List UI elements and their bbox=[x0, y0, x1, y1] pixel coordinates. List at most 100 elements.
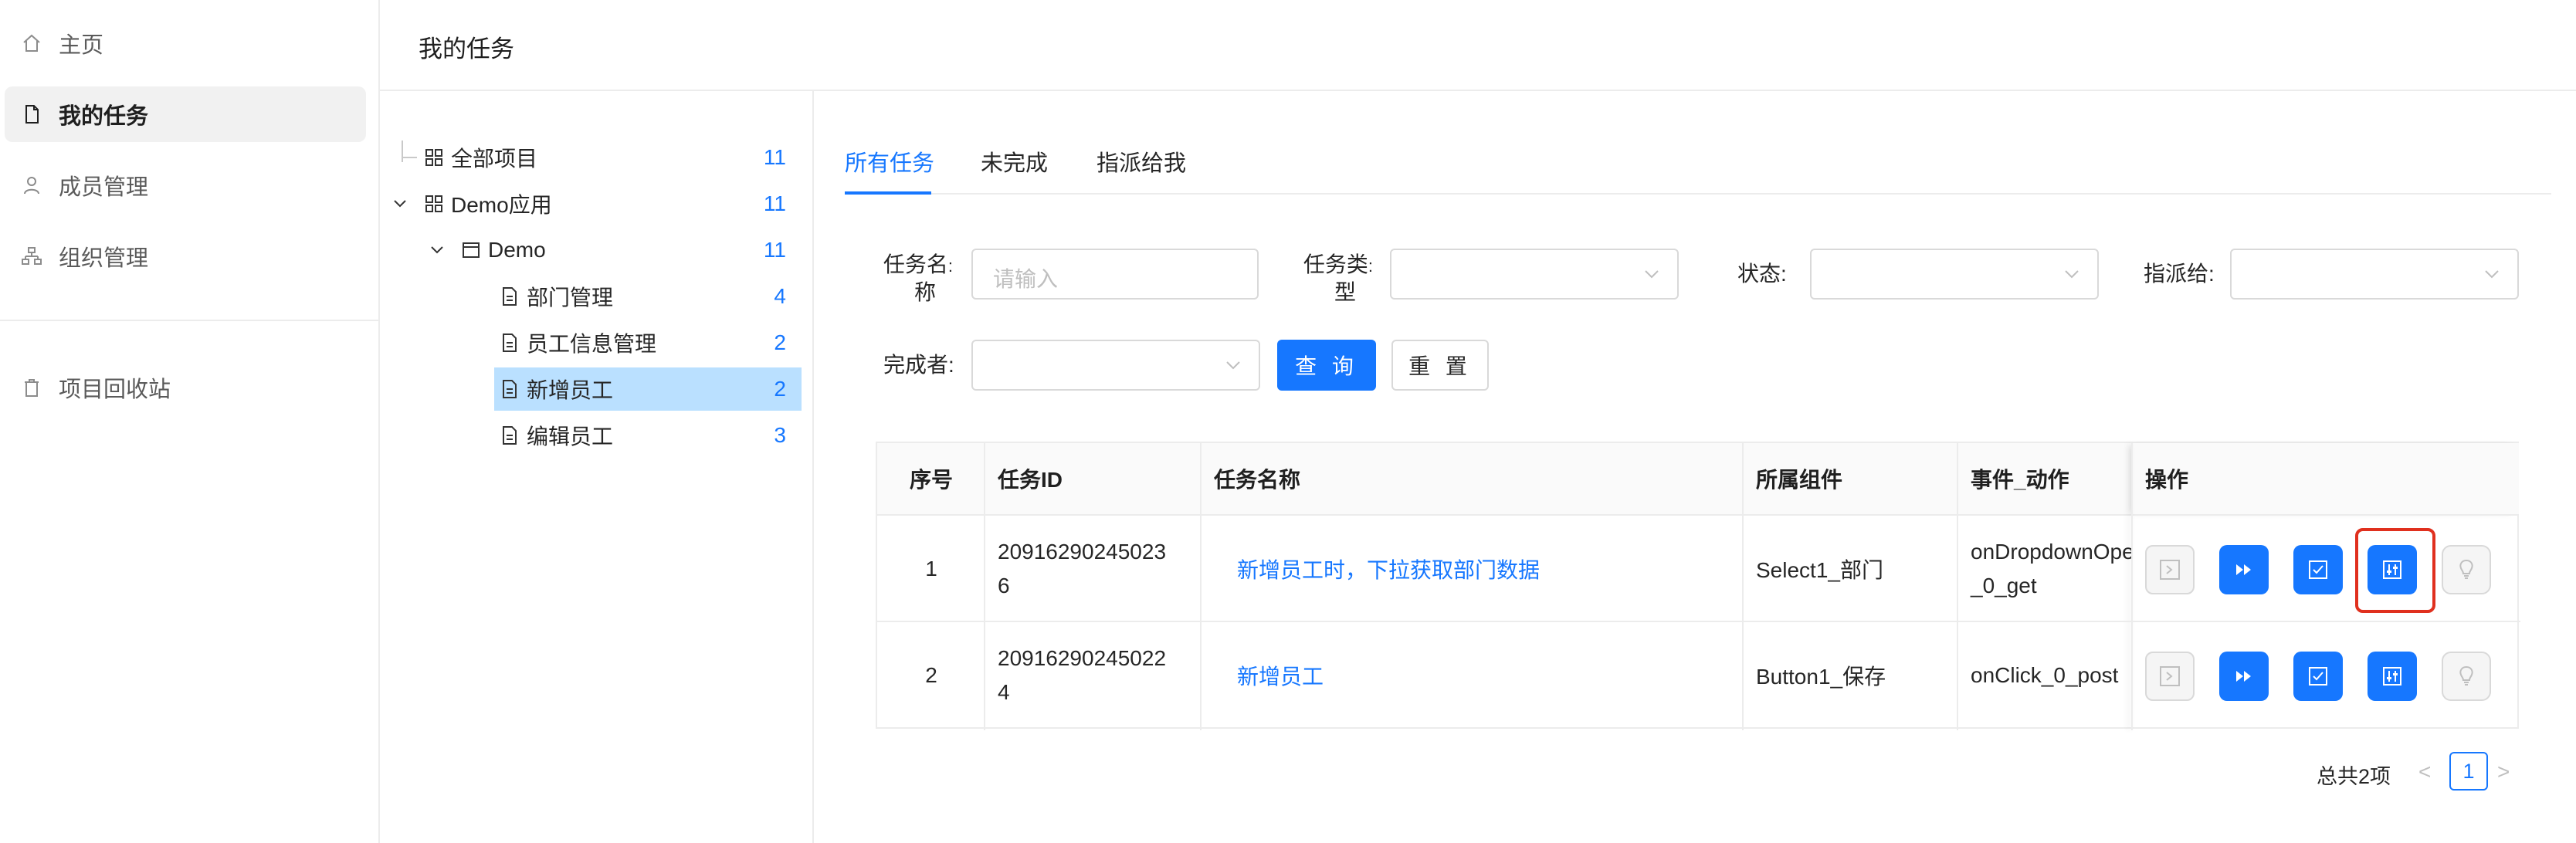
event-action-cell: onClick_0_post bbox=[1971, 663, 2119, 687]
chevron-down-icon bbox=[2062, 264, 2082, 284]
sidebar-item-label: 主页 bbox=[59, 33, 104, 58]
file-icon bbox=[20, 103, 43, 126]
fast-forward-icon bbox=[2236, 671, 2251, 682]
complete-button[interactable] bbox=[2293, 652, 2343, 701]
highlight-annotation bbox=[2355, 528, 2435, 613]
status-select[interactable] bbox=[1810, 249, 2099, 300]
tree-node-label: 编辑员工 bbox=[527, 425, 614, 449]
reset-button[interactable]: 重 置 bbox=[1391, 340, 1489, 391]
column-header-task-name: 任务名称 bbox=[1202, 443, 1744, 516]
tree-guide-line bbox=[402, 157, 417, 158]
tab-assigned-to-me[interactable]: 指派给我 bbox=[1096, 145, 1186, 178]
tree-node-count: 11 bbox=[763, 145, 786, 169]
fast-forward-button[interactable] bbox=[2219, 545, 2269, 594]
tree-node-all-projects[interactable]: 全部项目 11 bbox=[423, 136, 802, 179]
tree-node-edit-employee[interactable]: 编辑员工 3 bbox=[494, 414, 802, 457]
tree-node-employee-info[interactable]: 员工信息管理 2 bbox=[494, 321, 802, 364]
component-cell: Button1_保存 bbox=[1756, 665, 1886, 689]
task-name-cell: 新增员工时，下拉获取部门数据 bbox=[1202, 517, 1744, 621]
page-title: 我的任务 bbox=[419, 36, 514, 63]
check-square-icon bbox=[2309, 667, 2327, 686]
complete-button[interactable] bbox=[2293, 545, 2343, 594]
tab-incomplete[interactable]: 未完成 bbox=[981, 145, 1048, 178]
task-name-input[interactable]: 请输入 bbox=[971, 249, 1259, 300]
sidebar-item-recycle-bin[interactable]: 项目回收站 bbox=[5, 360, 366, 415]
tree-node-count: 11 bbox=[763, 191, 786, 215]
task-name-link[interactable]: 新增员工时，下拉获取部门数据 bbox=[1237, 554, 1540, 584]
chevron-down-icon[interactable] bbox=[428, 241, 446, 259]
task-name-placeholder: 请输入 bbox=[993, 267, 1059, 291]
tab-active-indicator bbox=[845, 191, 931, 195]
search-button[interactable]: 查 询 bbox=[1277, 340, 1376, 391]
tree-node-add-employee[interactable]: 新增员工 2 bbox=[494, 367, 802, 411]
grid-icon bbox=[423, 147, 445, 168]
trash-icon bbox=[20, 376, 43, 399]
assignee-label: 指派给: bbox=[2144, 262, 2215, 286]
task-type-label: 任务类: 型 bbox=[1303, 252, 1373, 304]
pagination-next-button[interactable]: > bbox=[2497, 760, 2510, 784]
hint-button[interactable] bbox=[2442, 652, 2491, 701]
sidebar-item-my-tasks[interactable]: 我的任务 bbox=[5, 86, 366, 142]
fast-forward-button[interactable] bbox=[2219, 652, 2269, 701]
run-button[interactable] bbox=[2145, 652, 2195, 701]
project-tree: 全部项目 11 Demo应用 11 Demo 11 部门管理 4 员工信息管理 … bbox=[380, 91, 814, 843]
hint-button[interactable] bbox=[2442, 545, 2491, 594]
chevron-down-icon[interactable] bbox=[391, 195, 409, 213]
terminal-icon bbox=[2160, 560, 2180, 580]
chevron-down-icon bbox=[1223, 355, 1243, 375]
tree-node-label: Demo应用 bbox=[451, 193, 552, 217]
task-id-cell: 20916290245022 4 bbox=[998, 646, 1167, 704]
page-icon bbox=[499, 332, 520, 354]
sidebar-item-members[interactable]: 成员管理 bbox=[5, 157, 366, 213]
chevron-down-icon bbox=[1642, 264, 1662, 284]
pagination-prev-button[interactable]: < bbox=[2418, 760, 2431, 784]
tree-guide-line bbox=[402, 140, 403, 162]
tree-node-label: Demo bbox=[488, 238, 546, 262]
tree-node-count: 11 bbox=[763, 238, 786, 262]
window-icon bbox=[460, 239, 482, 261]
task-name-cell: 新增员工 bbox=[1202, 622, 1744, 729]
run-button[interactable] bbox=[2145, 545, 2195, 594]
task-name-link[interactable]: 新增员工 bbox=[1237, 660, 1324, 691]
sidebar: 主页 我的任务 成员管理 组织管理 项目回收站 bbox=[0, 0, 380, 843]
tree-node-count: 2 bbox=[774, 377, 786, 401]
component-cell: Select1_部门 bbox=[1756, 558, 1883, 582]
row-index: 1 bbox=[925, 557, 937, 581]
page-icon bbox=[499, 378, 520, 400]
status-label: 状态: bbox=[1737, 262, 1787, 286]
tree-node-count: 3 bbox=[774, 423, 786, 447]
tree-node-demo-app[interactable]: Demo应用 11 bbox=[423, 182, 802, 225]
home-icon bbox=[20, 32, 43, 55]
assignee-select[interactable] bbox=[2230, 249, 2519, 300]
pagination-page-1[interactable]: 1 bbox=[2449, 752, 2488, 791]
lightbulb-icon bbox=[2459, 665, 2473, 686]
sidebar-item-label: 我的任务 bbox=[59, 104, 149, 129]
sidebar-item-organization[interactable]: 组织管理 bbox=[5, 229, 366, 284]
column-header-event-action: 事件_动作 bbox=[1958, 443, 2133, 516]
check-square-icon bbox=[2309, 560, 2327, 579]
column-divider bbox=[2131, 443, 2133, 730]
task-table: 序号 任务ID 任务名称 所属组件 事件_动作 操作 1 20916290245… bbox=[876, 442, 2520, 730]
sidebar-item-label: 组织管理 bbox=[59, 246, 149, 271]
tree-node-demo[interactable]: Demo 11 bbox=[460, 229, 802, 272]
lightbulb-icon bbox=[2459, 559, 2473, 579]
pagination-total: 总共2项 bbox=[2317, 765, 2391, 788]
settings-button[interactable] bbox=[2368, 652, 2417, 701]
tree-node-count: 2 bbox=[774, 330, 786, 354]
column-header-index: 序号 bbox=[877, 443, 985, 516]
completer-label: 完成者: bbox=[883, 353, 954, 377]
task-name-label: 任务名: 称 bbox=[883, 252, 953, 304]
org-icon bbox=[20, 245, 43, 268]
sliders-icon bbox=[2383, 667, 2401, 686]
tab-all-tasks[interactable]: 所有任务 bbox=[845, 145, 934, 178]
completer-select[interactable] bbox=[971, 340, 1260, 391]
terminal-icon bbox=[2160, 666, 2180, 686]
event-action-cell: onDropdownOpe _0_get bbox=[1971, 540, 2131, 598]
grid-icon bbox=[423, 193, 445, 215]
sidebar-item-home[interactable]: 主页 bbox=[5, 15, 366, 71]
task-id-cell: 20916290245023 6 bbox=[998, 540, 1167, 598]
task-tabs: 所有任务 未完成 指派给我 bbox=[845, 124, 2551, 195]
task-type-select[interactable] bbox=[1390, 249, 1679, 300]
tree-node-department-management[interactable]: 部门管理 4 bbox=[494, 275, 802, 318]
row-index: 2 bbox=[925, 663, 937, 687]
